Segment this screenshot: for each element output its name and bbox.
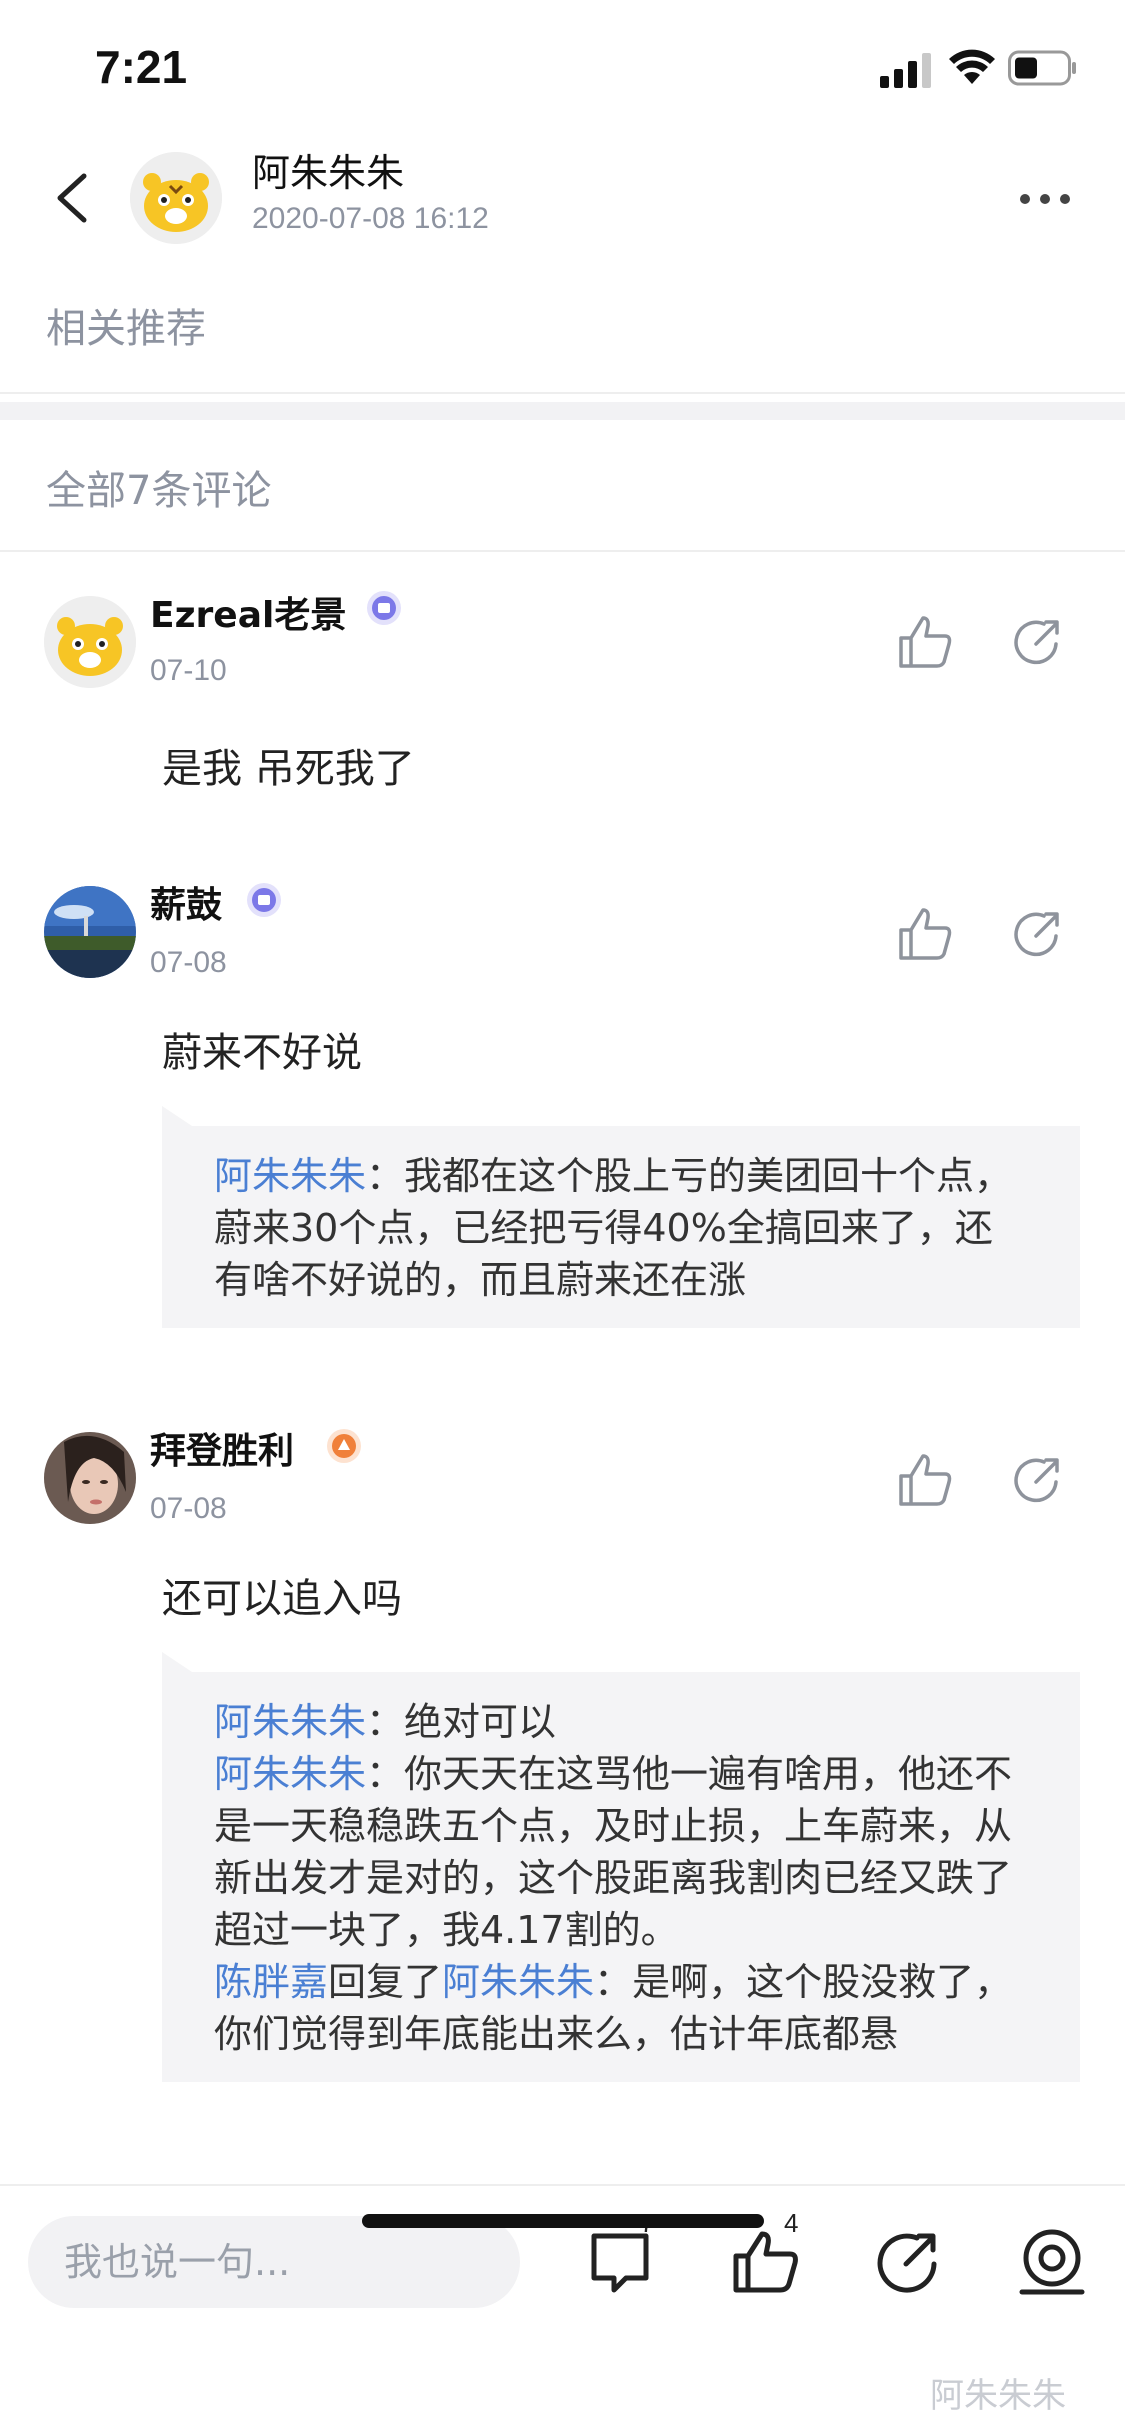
reply-separator: ： [366,1154,405,1198]
battery-icon [1008,50,1076,86]
comment-date: 07-08 [150,1492,227,1525]
divider [0,392,1125,394]
author-name[interactable]: 阿朱朱朱 [252,142,404,197]
divider [0,550,1125,552]
reply-item: 陈胖嘉回复了阿朱朱朱：是啊，这个股没救了，你们觉得到年底能出来么，估计年底都悬 [214,1956,1028,2060]
back-button[interactable] [48,168,94,228]
like-icon[interactable] [895,612,955,672]
share-icon[interactable] [1010,906,1066,962]
reply-username[interactable]: 阿朱朱朱 [214,1154,366,1198]
verified-badge-icon [247,883,281,917]
reply-separator: ： [366,1700,405,1744]
reply-username[interactable]: 阿朱朱朱 [214,1752,366,1796]
share-icon[interactable] [1010,1452,1066,1508]
section-divider [0,402,1125,420]
status-bar: 7:21 [0,0,1125,130]
comment-input-container[interactable] [28,2216,520,2308]
reply-item: 阿朱朱朱：你天天在这骂他一遍有啥用，他还不是一天稳稳跌五个点，及时止损，上车蔚来… [214,1748,1028,1956]
watermark: 阿朱朱朱 [930,2376,1066,2416]
commenter-name[interactable]: 拜登胜利 [150,1422,294,1474]
comment-text: 还可以追入吗 [162,1576,402,1622]
home-indicator [362,2214,764,2228]
reply-box[interactable]: 阿朱朱朱：绝对可以 阿朱朱朱：你天天在这骂他一遍有啥用，他还不是一天稳稳跌五个点… [162,1652,1080,2082]
reply-username[interactable]: 陈胖嘉 [214,1960,328,2004]
verified-badge-icon [367,591,401,625]
post-header: 阿朱朱朱 2020-07-08 16:12 [0,130,1125,270]
signal-icon [880,53,931,88]
share-icon[interactable] [872,2226,944,2298]
commenter-name[interactable]: Ezreal老景 [150,586,346,638]
reply-username[interactable]: 阿朱朱朱 [214,1700,366,1744]
like-icon[interactable] [895,904,955,964]
commenter-name[interactable]: 薪鼓 [150,876,222,928]
reply-action: 回复了 [328,1960,443,2004]
reply-separator: ： [594,1960,633,2004]
tiger-avatar-icon [130,152,222,244]
rank-badge-icon [327,1429,361,1463]
commenter-avatar[interactable] [44,1432,136,1524]
comment-input[interactable] [64,2216,504,2308]
comment-text: 是我 吊死我了 [162,746,415,792]
more-options-icon[interactable] [1020,190,1076,210]
comment-text: 蔚来不好说 [162,1030,362,1076]
reply-item: 阿朱朱朱：我都在这个股上亏的美团回十个点，蔚来30个点，已经把亏得40%全搞回来… [214,1150,1028,1306]
author-avatar[interactable] [130,152,222,244]
commenter-avatar[interactable] [44,886,136,978]
portrait-avatar-icon [44,1432,136,1524]
post-time: 2020-07-08 16:12 [252,202,489,235]
reward-icon[interactable] [1016,2226,1088,2298]
like-icon[interactable] [895,1450,955,1510]
reply-separator: ： [366,1752,405,1796]
reply-text: 绝对可以 [404,1700,557,1744]
status-time: 7:21 [95,41,188,93]
reply-target-username[interactable]: 阿朱朱朱 [442,1960,594,2004]
comment-date: 07-08 [150,946,227,979]
landscape-avatar-icon [44,886,136,978]
reply-item: 阿朱朱朱：绝对可以 [214,1696,1028,1748]
share-icon[interactable] [1010,614,1066,670]
comment-count-label: 全部7条评论 [46,468,272,514]
reply-box[interactable]: 阿朱朱朱：我都在这个股上亏的美团回十个点，蔚来30个点，已经把亏得40%全搞回来… [162,1106,1080,1328]
related-recommendations-label[interactable]: 相关推荐 [46,296,206,354]
wifi-icon [949,49,995,84]
comment-date: 07-10 [150,654,227,687]
tiger-avatar-icon [44,596,136,688]
like-count-badge: 4 [784,2208,799,2238]
commenter-avatar[interactable] [44,596,136,688]
